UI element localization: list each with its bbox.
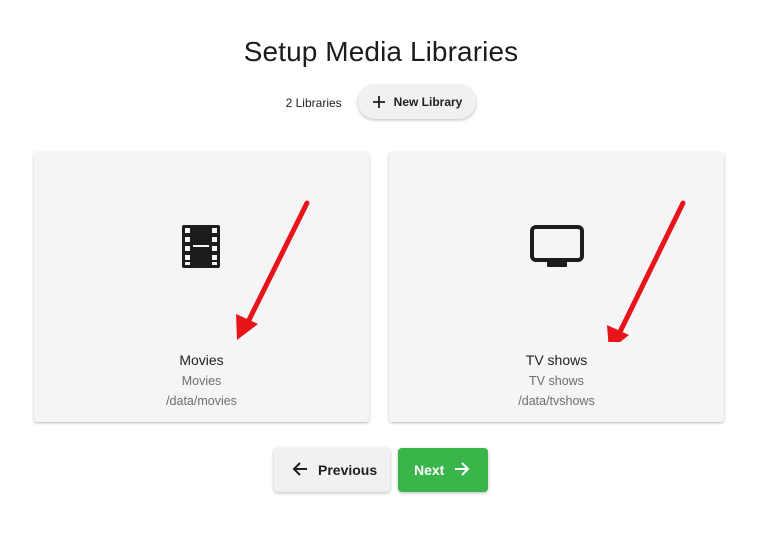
library-type: Movies (181, 374, 222, 388)
film-icon (182, 225, 220, 273)
plus-icon (372, 95, 386, 109)
card-body: TV shows TV shows /data/tvshows (389, 342, 724, 422)
library-toolbar: 2 Libraries New Library (0, 84, 762, 120)
previous-label: Previous (318, 462, 378, 478)
tv-icon (530, 225, 584, 273)
new-library-button[interactable]: New Library (357, 85, 477, 119)
library-card-tv-shows[interactable]: TV shows TV shows /data/tvshows (389, 152, 724, 422)
next-button[interactable]: Next (398, 448, 488, 492)
library-card-movies[interactable]: Movies Movies /data/movies (34, 152, 369, 422)
setup-media-libraries-page: Setup Media Libraries 2 Libraries New Li… (0, 0, 762, 542)
library-name: Movies (179, 352, 224, 368)
card-body: Movies Movies /data/movies (34, 342, 369, 422)
wizard-navigation: Previous Next (0, 448, 762, 492)
arrow-right-icon (454, 461, 470, 480)
arrow-left-icon (292, 461, 308, 480)
library-path: /data/tvshows (518, 394, 595, 408)
library-path: /data/movies (166, 394, 237, 408)
new-library-label: New Library (393, 95, 463, 109)
previous-button[interactable]: Previous (274, 448, 390, 492)
card-media (389, 152, 724, 342)
next-label: Next (414, 462, 445, 478)
library-count: 2 Libraries (285, 95, 342, 110)
library-name: TV shows (525, 352, 588, 368)
library-type: TV shows (529, 374, 584, 388)
page-title: Setup Media Libraries (243, 36, 519, 67)
card-media (34, 152, 369, 342)
